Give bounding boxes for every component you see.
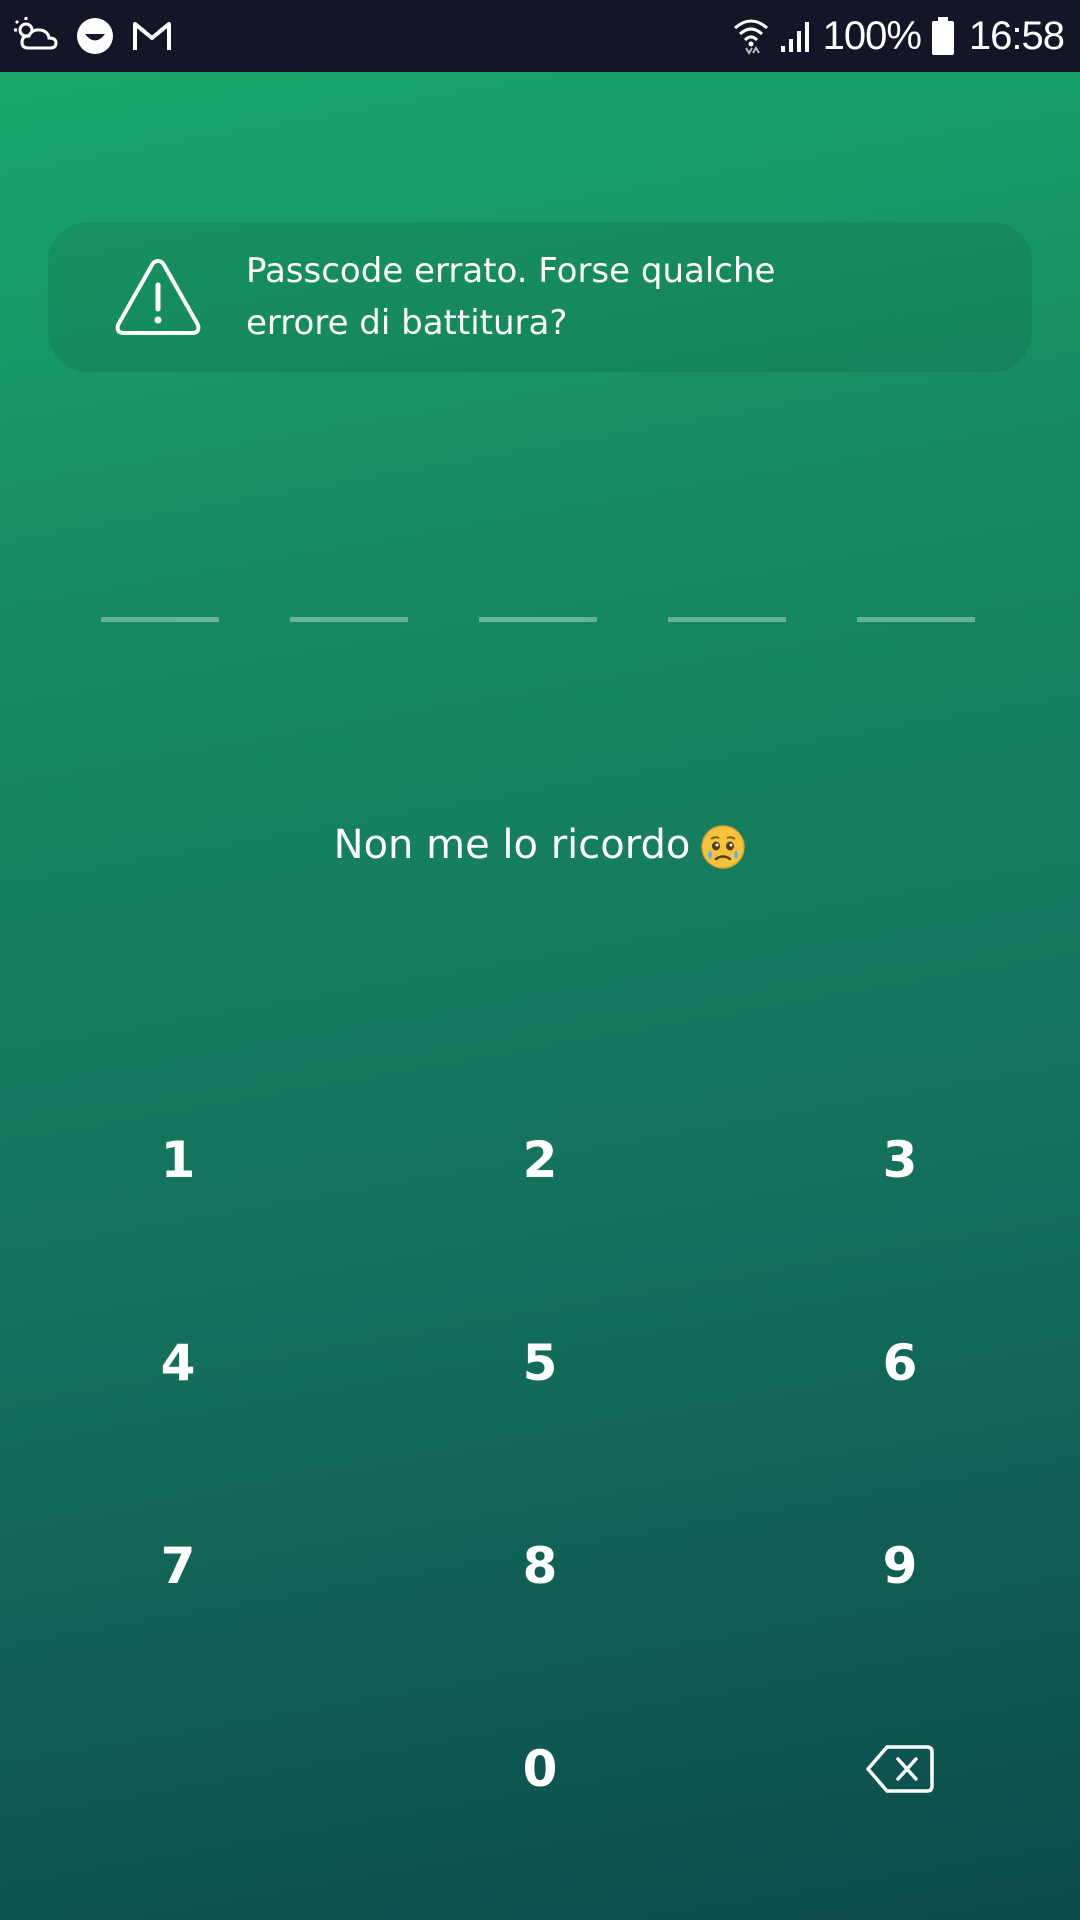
clock: 16:58	[968, 13, 1065, 58]
wifi-icon	[733, 16, 769, 56]
forgot-passcode-label: Non me lo ricordo	[333, 822, 691, 868]
key-0[interactable]: 0	[440, 1699, 640, 1839]
key-1[interactable]: 1	[78, 1090, 278, 1230]
status-left	[14, 16, 190, 56]
passcode-slot-1	[101, 617, 219, 622]
error-message: Passcode errato. Forse qualche errore di…	[246, 251, 776, 343]
key-4[interactable]: 4	[78, 1293, 278, 1433]
key-3[interactable]: 3	[800, 1090, 1000, 1230]
passcode-slot-3	[479, 617, 597, 622]
status-bar: 100% 16:58	[0, 0, 1080, 72]
backspace-icon	[865, 1744, 935, 1794]
key-7[interactable]: 7	[78, 1496, 278, 1636]
warning-icon	[110, 249, 206, 345]
error-banner: Passcode errato. Forse qualche errore di…	[48, 222, 1032, 372]
passcode-input[interactable]	[0, 617, 1080, 623]
battery-percent: 100%	[822, 13, 922, 58]
passcode-slot-4	[668, 617, 786, 622]
key-8[interactable]: 8	[440, 1496, 640, 1636]
signal-icon	[779, 18, 815, 54]
passcode-slot-2	[290, 617, 408, 622]
weather-icon	[14, 16, 58, 56]
key-9[interactable]: 9	[800, 1496, 1000, 1636]
gmail-icon	[132, 20, 172, 52]
forgot-passcode-link[interactable]: Non me lo ricordo	[0, 815, 1080, 875]
battery-icon	[931, 16, 955, 56]
chat-app-icon	[76, 17, 114, 55]
key-6[interactable]: 6	[800, 1293, 1000, 1433]
backspace-button[interactable]	[800, 1699, 1000, 1839]
status-right: 100% 16:58	[723, 14, 1066, 59]
key-2[interactable]: 2	[440, 1090, 640, 1230]
passcode-slot-5	[857, 617, 975, 622]
crying-face-icon	[700, 824, 746, 870]
key-5[interactable]: 5	[440, 1293, 640, 1433]
